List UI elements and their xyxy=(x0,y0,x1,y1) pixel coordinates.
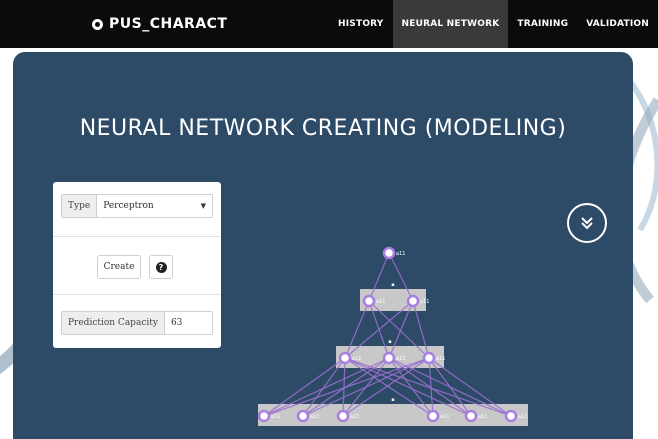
network-node[interactable] xyxy=(296,409,310,423)
nav-item-history[interactable]: HISTORY xyxy=(329,0,393,48)
network-node[interactable] xyxy=(504,409,518,423)
node-label: a11 xyxy=(376,299,385,305)
node-label: a11 xyxy=(478,414,487,420)
layer-marker: ▪ xyxy=(391,397,394,403)
top-navbar: PUS_CHARACT HISTORY NEURAL NETWORK TRAIN… xyxy=(0,0,658,48)
network-node[interactable] xyxy=(426,409,440,423)
main-panel: NEURAL NETWORK CREATING (MODELING) Type … xyxy=(13,52,633,439)
node-label: a11 xyxy=(271,414,280,420)
network-node[interactable] xyxy=(406,294,420,308)
node-label: a11 xyxy=(310,414,319,420)
circle-logo-icon xyxy=(92,18,103,30)
network-node[interactable] xyxy=(336,409,350,423)
network-node[interactable] xyxy=(382,246,396,260)
node-label: a11 xyxy=(396,251,405,257)
node-label: a11 xyxy=(420,299,429,305)
node-label: a11 xyxy=(396,356,405,362)
node-label: a11 xyxy=(352,356,361,362)
nav-item-validation[interactable]: VALIDATION xyxy=(577,0,658,48)
network-node[interactable] xyxy=(464,409,478,423)
layer-marker: ▪ xyxy=(391,282,394,288)
node-label: a11 xyxy=(440,414,449,420)
network-node[interactable] xyxy=(338,351,352,365)
neural-network-diagram: ▪ ▪ ▪ a11 a11 a11 a11 a11 a11 a11 a11 a11 a11 a11 a11 xyxy=(257,246,528,426)
node-label: a11 xyxy=(436,356,445,362)
brand-name: PUS_CHARACT xyxy=(109,16,228,32)
network-node[interactable] xyxy=(382,351,396,365)
nav-item-neural-network[interactable]: NEURAL NETWORK xyxy=(392,0,509,48)
node-label: a11 xyxy=(350,414,359,420)
node-label: a11 xyxy=(518,414,527,420)
nav-links: HISTORY NEURAL NETWORK TRAINING VALIDATI… xyxy=(329,0,658,48)
nav-item-training[interactable]: TRAINING xyxy=(508,0,577,48)
network-node[interactable] xyxy=(362,294,376,308)
network-node[interactable] xyxy=(422,351,436,365)
network-node[interactable] xyxy=(257,409,271,423)
brand[interactable]: PUS_CHARACT xyxy=(92,0,227,48)
layer-marker: ▪ xyxy=(388,339,391,345)
